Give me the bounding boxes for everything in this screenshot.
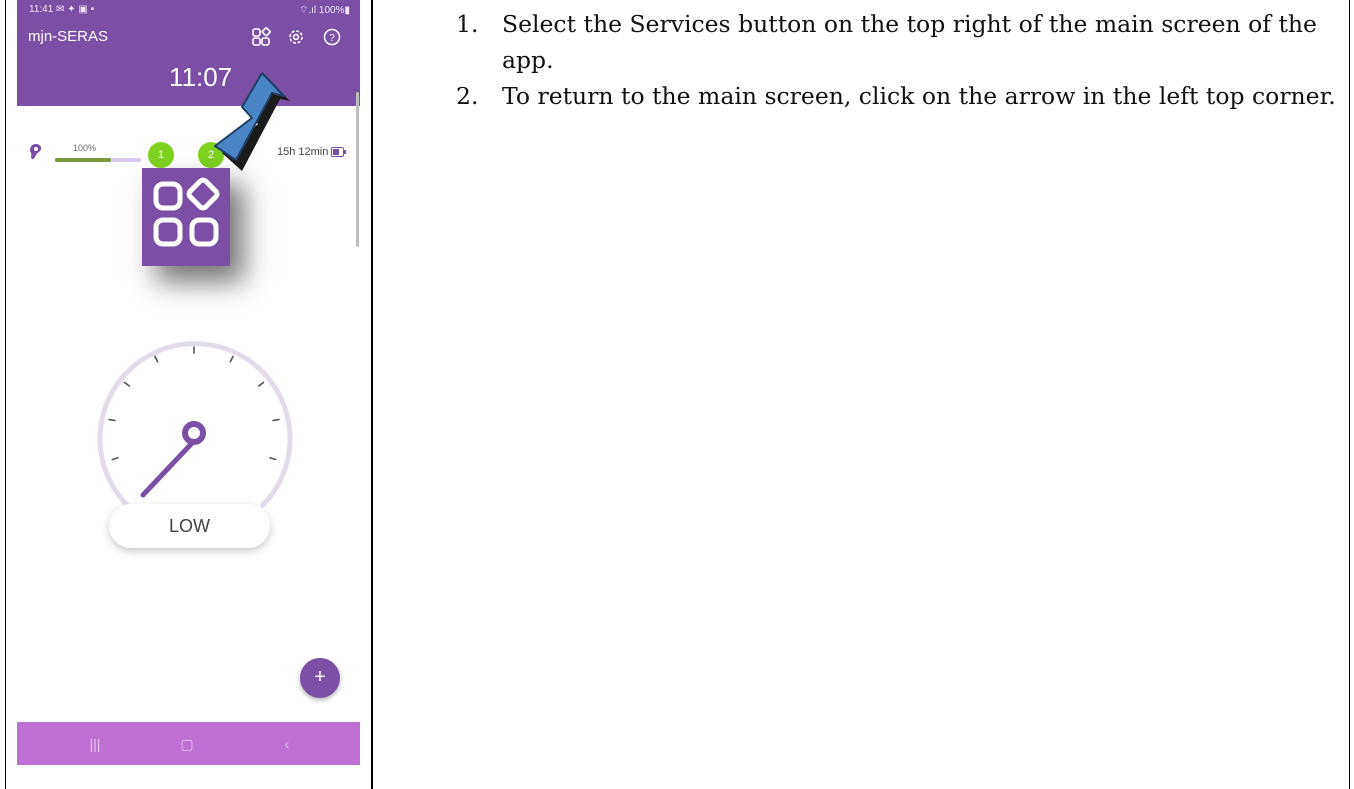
back-button[interactable]: ‹ (275, 732, 299, 756)
app-name: mjn-SERAS (28, 28, 109, 45)
gauge-needle (140, 438, 197, 498)
gauge-tick (108, 418, 116, 422)
clock: 11:07 (169, 62, 233, 92)
home-button[interactable]: ▢ (175, 732, 199, 756)
status-indicators: ⌔.ıl 100%▮ (298, 5, 350, 16)
status-time: 11:41 ✉ ✦ ▣ • (29, 4, 95, 15)
battery-level-bar (55, 158, 141, 162)
step-number: 2. (456, 82, 479, 110)
program-badge-2[interactable]: 2 (198, 142, 224, 168)
device-status-row: 100% 1 2 15h 12min (17, 140, 360, 170)
help-icon[interactable]: ? (322, 27, 342, 47)
battery-icon (331, 147, 346, 157)
recents-button[interactable]: ||| (83, 732, 107, 756)
gear-icon[interactable] (286, 27, 306, 47)
gauge-tick (229, 355, 234, 363)
status-bar: 11:41 ✉ ✦ ▣ • ⌔.ıl 100%▮ (17, 0, 360, 22)
phone-screenshot: 11:41 ✉ ✦ ▣ • ⌔.ıl 100%▮ mjn-SERAS ? 11:… (17, 0, 360, 765)
volume-gauge[interactable] (87, 333, 297, 513)
gauge-tick (111, 456, 119, 461)
services-icon[interactable] (251, 27, 271, 47)
step-number: 1. (456, 10, 479, 38)
runtime-remaining: 15h 12min (277, 146, 329, 158)
services-icon-zoom (142, 168, 230, 266)
gauge-pivot (182, 421, 206, 445)
instruction-list: 1. Select the Services button on the top… (440, 6, 1345, 114)
instruction-step-2: 2. To return to the main screen, click o… (440, 78, 1345, 114)
step-text: Select the Services button on the top ri… (502, 10, 1317, 74)
step-text: To return to the main screen, click on t… (502, 82, 1336, 110)
hearing-aid-icon (30, 144, 42, 160)
add-button[interactable]: + (300, 658, 340, 698)
gauge-tick (257, 381, 265, 387)
battery-level-label: 100% (73, 143, 97, 153)
gauge-tick (269, 456, 277, 461)
android-nav-bar: ||| ▢ ‹ (17, 722, 360, 765)
scrollbar[interactable] (356, 92, 359, 247)
instruction-step-1: 1. Select the Services button on the top… (440, 6, 1345, 78)
gauge-tick (123, 381, 131, 387)
gauge-tick (272, 418, 280, 422)
gauge-tick (154, 355, 159, 363)
battery-level-fill (55, 158, 111, 162)
program-badge-1[interactable]: 1 (148, 142, 174, 168)
svg-text:?: ? (329, 33, 335, 44)
cell-divider (371, 0, 373, 789)
level-button[interactable]: LOW (109, 504, 270, 548)
